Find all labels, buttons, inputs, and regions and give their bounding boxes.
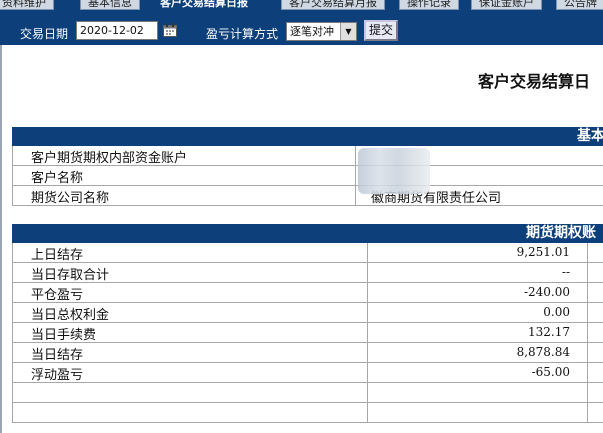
table-row: 当日总权利金 0.00 <box>12 303 603 323</box>
row-label: 当日手续费 <box>31 328 97 343</box>
row-label: 客户名称 <box>31 171 84 186</box>
tab-daily-settlement[interactable]: 客户交易结算日报 <box>152 0 256 10</box>
tab-basic-info[interactable]: 基本信息 <box>80 0 140 10</box>
divider <box>587 383 588 402</box>
row-value: 132.17 <box>528 325 570 339</box>
table-row: 客户期货期权内部资金账户 <box>12 146 603 166</box>
divider <box>367 323 368 342</box>
divider <box>587 363 588 382</box>
tab-operation-log[interactable]: 操作记录 <box>399 0 459 10</box>
row-label: 期货公司名称 <box>31 191 110 206</box>
row-label: 上日结存 <box>31 248 84 263</box>
pnl-method-label: 盈亏计算方式 <box>206 27 279 41</box>
divider <box>367 283 368 302</box>
pnl-method-value: 逐笔对冲 <box>290 25 334 38</box>
row-value: 0.00 <box>543 305 570 319</box>
table-row: 当日手续费 132.17 <box>12 323 603 343</box>
basic-section-title: 基本 <box>577 128 603 144</box>
table-row: 期货公司名称 徽商期货有限责任公司 <box>12 186 603 206</box>
divider <box>587 263 588 282</box>
row-value: -65.00 <box>531 365 570 379</box>
redacted-blur <box>358 148 430 194</box>
table-row <box>12 403 603 423</box>
divider <box>587 343 588 362</box>
basic-section-header: 基本 <box>12 127 603 146</box>
query-toolbar: 交易日期 盈亏计算方式 逐笔对冲 ▼ 提交 <box>0 11 603 45</box>
divider <box>587 323 588 342</box>
divider <box>367 403 368 422</box>
divider <box>355 186 356 205</box>
divider <box>587 283 588 302</box>
table-row: 上日结存 9,251.01 <box>12 243 603 263</box>
row-label: 当日总权利金 <box>31 308 110 323</box>
divider <box>367 383 368 402</box>
pnl-method-select[interactable]: 逐笔对冲 ▼ <box>286 22 357 41</box>
row-label: 浮动盈亏 <box>31 368 84 383</box>
table-row: 当日结存 8,878.84 <box>12 343 603 363</box>
divider <box>587 243 588 262</box>
table-row <box>12 383 603 403</box>
top-tab-bar: 资料维护 基本信息 客户交易结算日报 客户交易结算月报 操作记录 保证金账户 公… <box>0 0 603 11</box>
divider <box>367 363 368 382</box>
table-row: 平仓盈亏 -240.00 <box>12 283 603 303</box>
calendar-icon[interactable] <box>163 23 177 37</box>
divider <box>367 263 368 282</box>
tab-data-maintenance[interactable]: 资料维护 <box>0 0 54 10</box>
submit-button[interactable]: 提交 <box>364 20 398 41</box>
row-label: 客户期货期权内部资金账户 <box>31 151 188 166</box>
row-value: -240.00 <box>523 285 570 299</box>
divider <box>367 243 368 262</box>
account-section-header: 期货期权账 <box>12 224 603 243</box>
trade-date-input[interactable] <box>76 21 158 40</box>
row-value: 9,251.01 <box>516 245 570 259</box>
divider <box>587 403 588 422</box>
tab-bulletin[interactable]: 公告牌 <box>556 0 603 10</box>
table-row: 浮动盈亏 -65.00 <box>12 363 603 383</box>
row-value: 8,878.84 <box>516 345 570 359</box>
chevron-down-icon[interactable]: ▼ <box>340 23 356 40</box>
divider <box>355 146 356 165</box>
row-label: 平仓盈亏 <box>31 288 84 303</box>
account-section-title: 期货期权账 <box>526 225 596 241</box>
tab-monthly-settlement[interactable]: 客户交易结算月报 <box>281 0 385 10</box>
tab-margin-account[interactable]: 保证金账户 <box>471 0 542 10</box>
row-value: -- <box>561 265 570 279</box>
page-title: 客户交易结算日 <box>478 72 591 91</box>
divider <box>355 166 356 185</box>
row-label: 当日结存 <box>31 348 84 363</box>
date-label: 交易日期 <box>20 27 69 41</box>
row-label: 当日存取合计 <box>31 268 110 283</box>
divider <box>367 343 368 362</box>
table-row: 客户名称 <box>12 166 603 186</box>
table-row: 当日存取合计 -- <box>12 263 603 283</box>
divider <box>367 303 368 322</box>
divider <box>587 303 588 322</box>
left-border <box>0 45 2 433</box>
